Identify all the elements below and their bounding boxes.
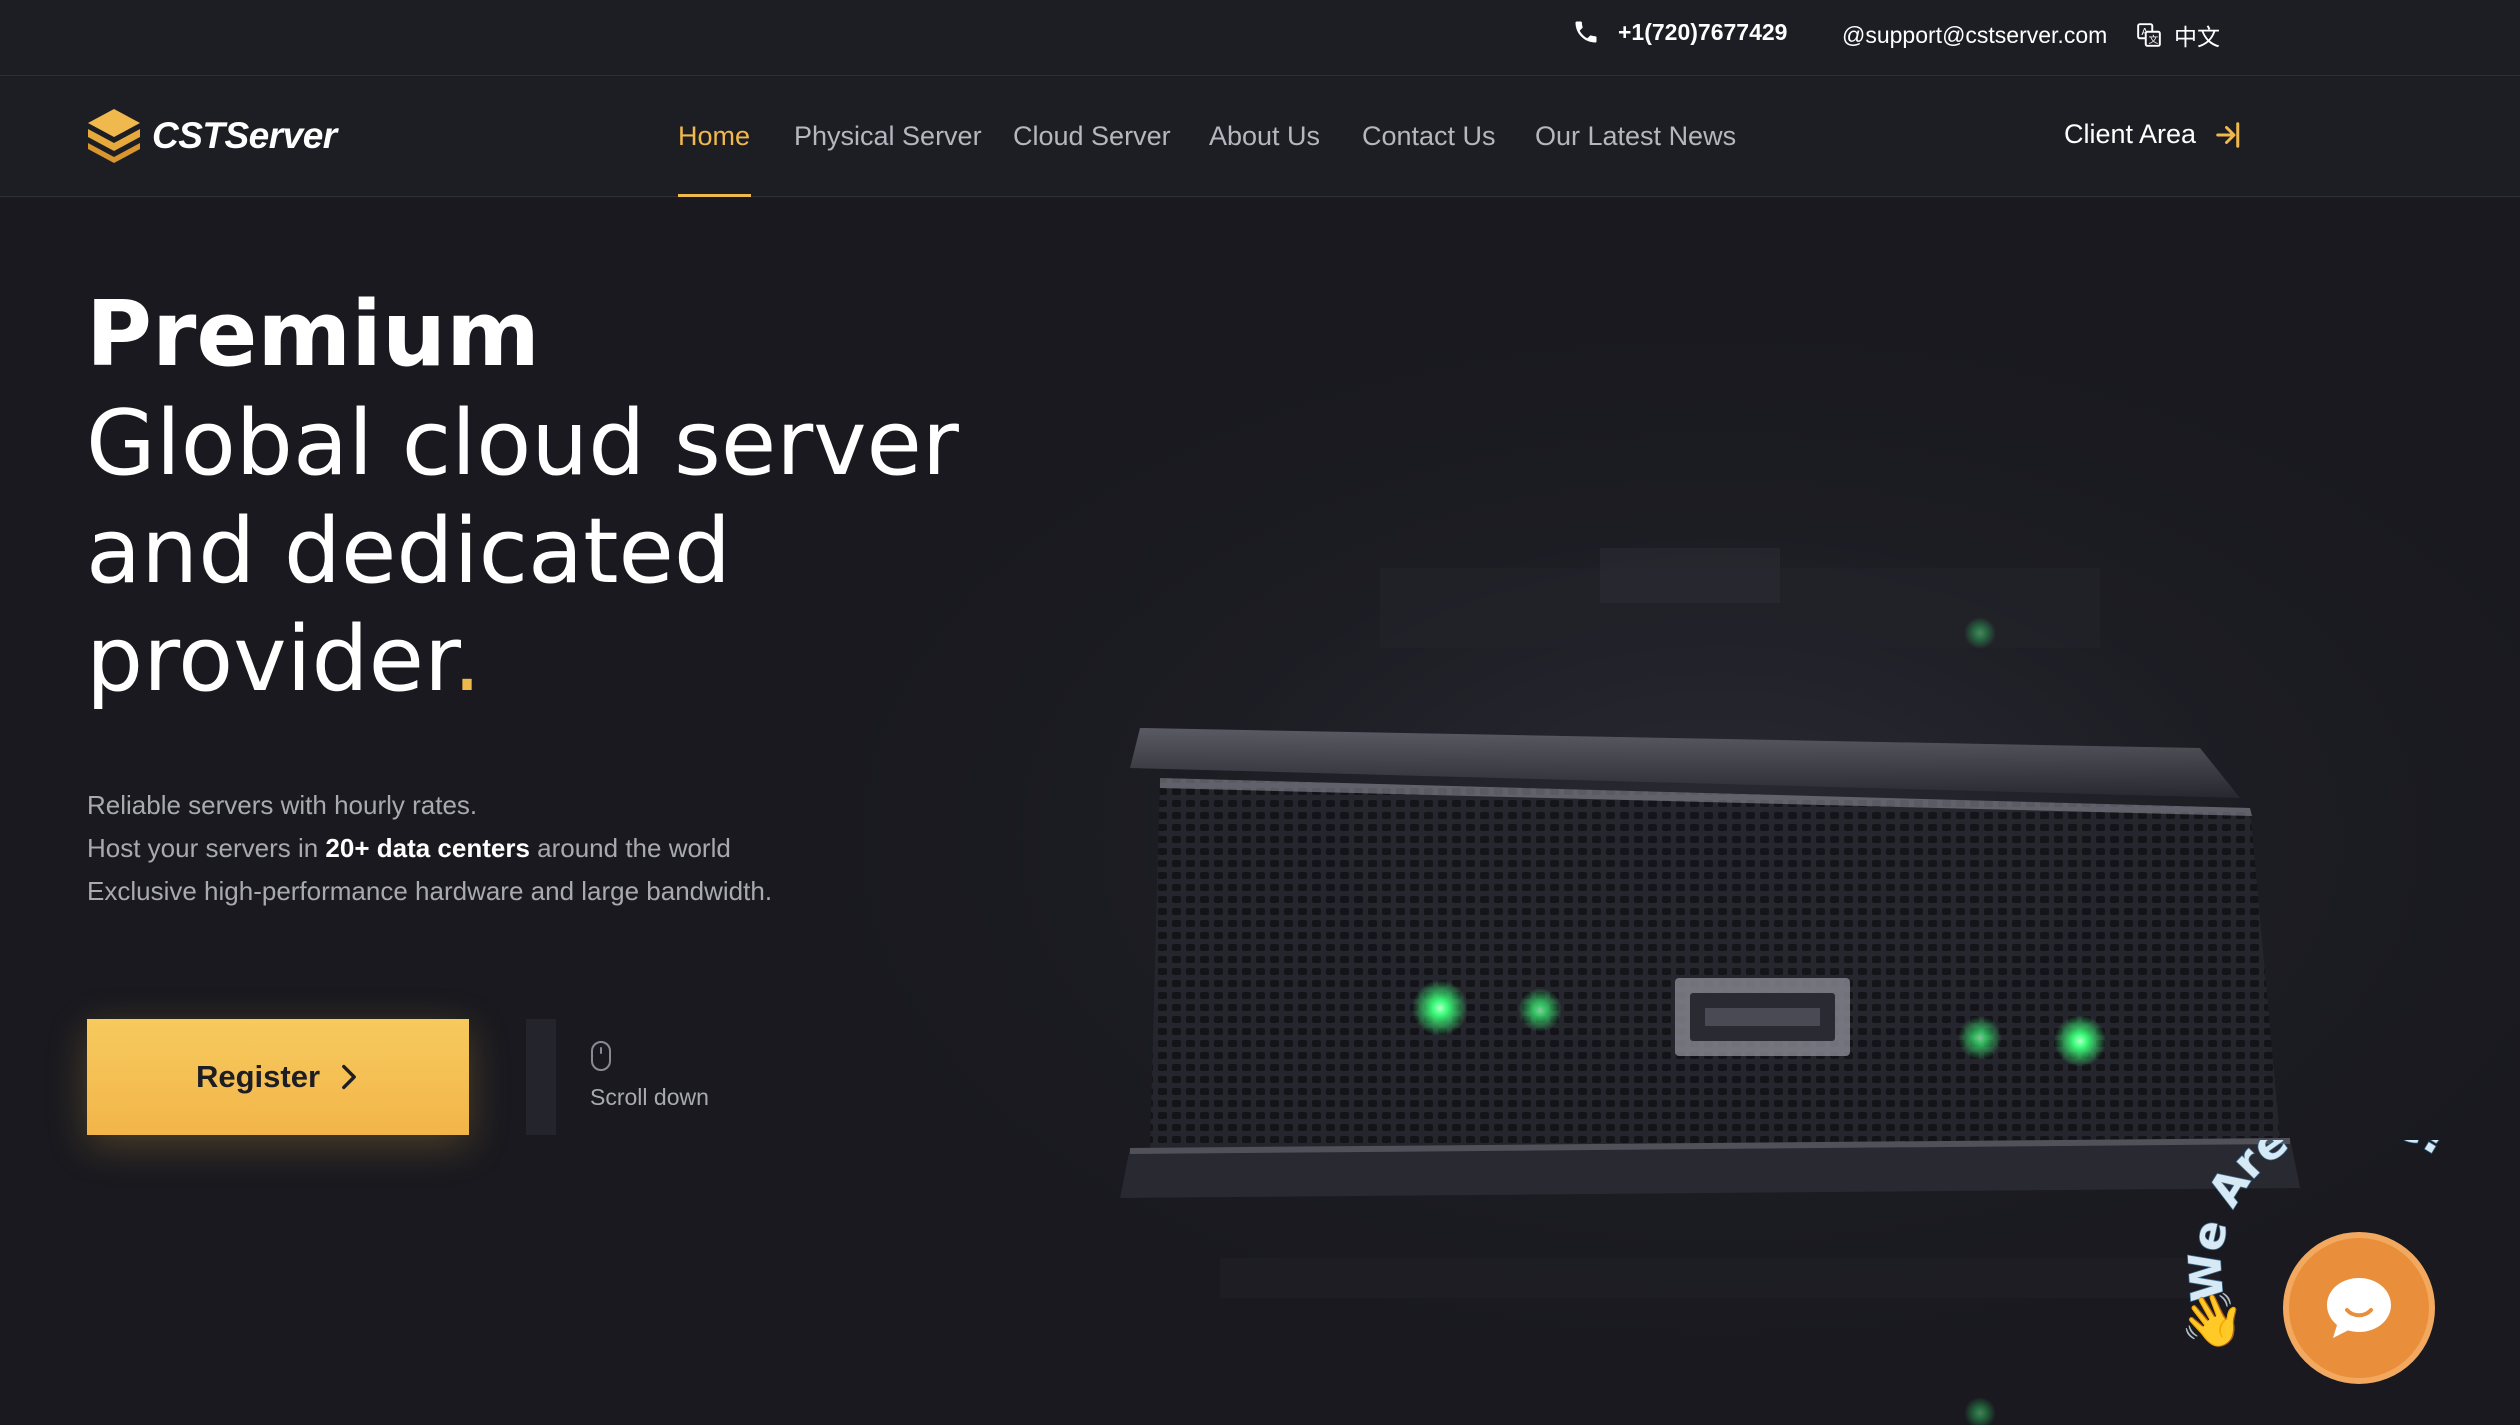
logo-icon: [88, 109, 140, 163]
scroll-down-link[interactable]: Scroll down: [590, 1040, 709, 1111]
nav-cloud-server[interactable]: Cloud Server: [1013, 121, 1171, 152]
desc-line-2: Host your servers in 20+ data centers ar…: [87, 827, 772, 870]
mouse-icon: [591, 1041, 611, 1071]
scroll-divider: [526, 1019, 556, 1135]
chat-widget[interactable]: We Are Here! 👋: [2170, 1140, 2510, 1390]
language-switch[interactable]: A 文 中文: [2136, 18, 2220, 52]
headline-line-3-text: provider: [86, 607, 453, 712]
headline-accent-dot: .: [452, 607, 482, 712]
chat-bubble-icon: [2327, 1278, 2391, 1338]
login-arrow-icon: [2216, 121, 2240, 148]
desc-line-1: Reliable servers with hourly rates.: [87, 790, 478, 820]
headline-premium: Premium: [86, 282, 540, 387]
desc-line-2-pre: Host your servers in: [87, 833, 326, 863]
phone-number: +1(720)7677429: [1618, 18, 1788, 45]
nav-home[interactable]: Home: [678, 121, 750, 152]
nav-contact-us[interactable]: Contact Us: [1362, 121, 1496, 152]
top-contact-bar: +1(720)7677429 @support@cstserver.com A …: [0, 0, 2520, 76]
chevron-right-icon: [342, 1064, 356, 1090]
desc-line-2-highlight: 20+ data centers: [325, 833, 530, 863]
client-area-label: Client Area: [2064, 119, 2197, 149]
headline-line-2: and dedicated: [86, 499, 731, 604]
headline-line-3: provider.: [86, 606, 959, 714]
register-label: Register: [195, 1059, 321, 1094]
active-nav-indicator: [678, 194, 751, 197]
translate-icon: A 文: [2137, 23, 2161, 47]
register-button[interactable]: Register: [87, 1019, 469, 1135]
nav-about-us[interactable]: About Us: [1209, 121, 1320, 152]
brand-name: CSTServer: [152, 115, 337, 156]
desc-line-3: Exclusive high-performance hardware and …: [87, 876, 773, 906]
brand-logo[interactable]: CSTServer: [86, 107, 337, 165]
waving-hand-icon: 👋: [2180, 1292, 2245, 1350]
chat-open-button[interactable]: [2283, 1232, 2435, 1384]
phone-contact[interactable]: +1(720)7677429: [1572, 18, 1787, 46]
nav-latest-news[interactable]: Our Latest News: [1535, 121, 1736, 152]
desc-line-2-post: around the world: [529, 833, 731, 863]
phone-icon: [1575, 21, 1597, 43]
client-area-link[interactable]: Client Area: [2064, 119, 2244, 150]
nav-physical-server[interactable]: Physical Server: [794, 121, 982, 152]
main-navbar: CSTServer Home Physical Server Cloud Ser…: [0, 77, 2520, 197]
headline-line-1: Global cloud server: [86, 391, 959, 496]
svg-text:文: 文: [2148, 33, 2158, 46]
support-email-link[interactable]: @support@cstserver.com: [1842, 22, 2107, 49]
scroll-down-label: Scroll down: [590, 1084, 709, 1110]
hero-description: Reliable servers with hourly rates. Host…: [87, 784, 772, 913]
hero-headline: Premium Global cloud server and dedicate…: [86, 280, 959, 714]
language-label: 中文: [2174, 24, 2220, 50]
